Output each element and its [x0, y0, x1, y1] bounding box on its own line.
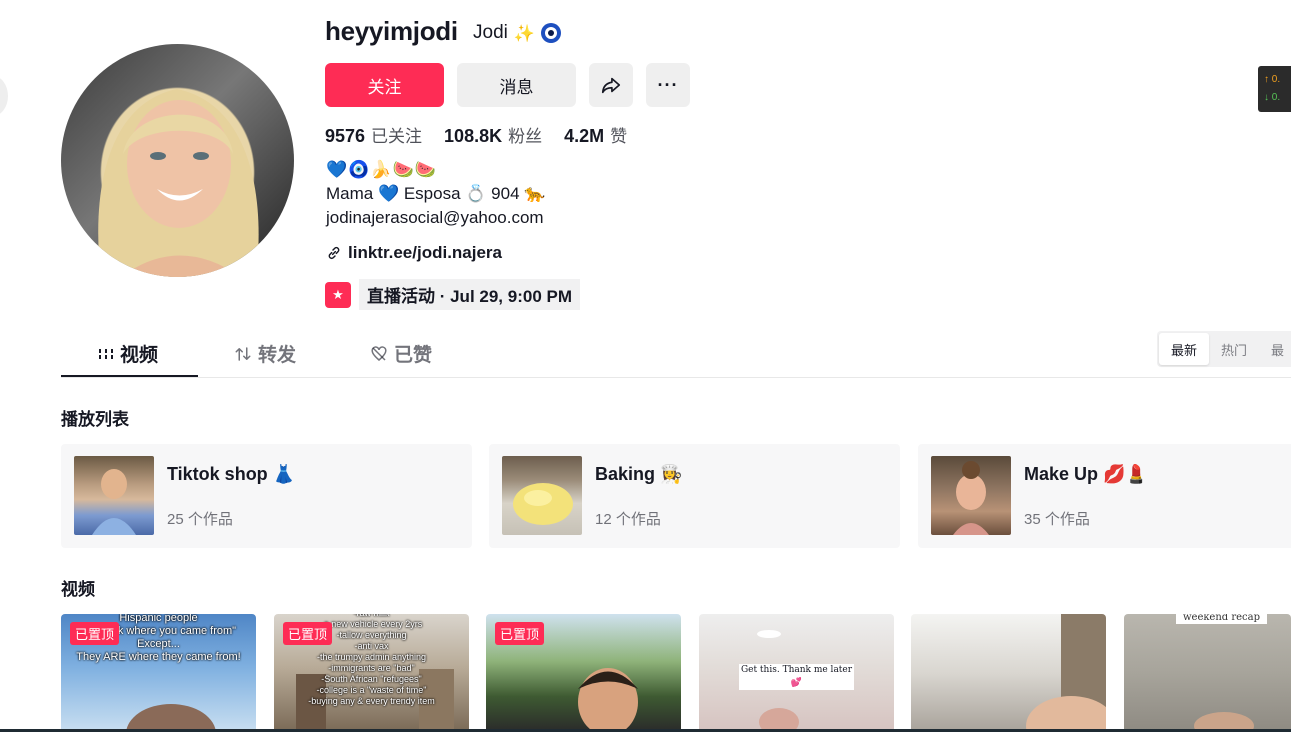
- nickname-text: Jodi: [473, 22, 508, 43]
- live-event-text[interactable]: 直播活动 · Jul 29, 9:00 PM: [359, 279, 580, 310]
- network-speed-widget: ↑ 0. ↓ 0.: [1258, 66, 1291, 112]
- tab-videos[interactable]: 视频: [98, 330, 158, 377]
- profile-link[interactable]: linktr.ee/jodi.najera: [326, 243, 502, 263]
- tab-reposts[interactable]: 转发: [234, 330, 296, 377]
- live-event[interactable]: ★ 直播活动 · Jul 29, 9:00 PM: [325, 279, 580, 310]
- repost-icon: [235, 346, 251, 361]
- followers-label: 粉丝: [508, 127, 543, 146]
- profile-bio: 💙🧿🍌🍉🍉 Mama 💙 Esposa 💍 904 🐆 jodinajeraso…: [326, 158, 545, 230]
- share-arrow-icon: [601, 77, 621, 94]
- tab-liked-label: 已赞: [394, 345, 433, 366]
- follow-button[interactable]: 关注: [325, 63, 444, 107]
- likes-count: 4.2M: [564, 126, 605, 146]
- pinned-badge: 已置顶: [495, 622, 545, 645]
- playlist-count: 12 个作品: [595, 511, 661, 528]
- playlist-count: 35 个作品: [1024, 511, 1090, 528]
- profile-nickname: Jodi ✨: [473, 22, 562, 44]
- playlist-card[interactable]: Baking 👩‍🍳 12 个作品: [489, 444, 900, 548]
- playlist-thumbnail: [502, 456, 582, 535]
- following-label: 已关注: [371, 127, 423, 146]
- download-speed: ↓ 0.: [1264, 92, 1281, 103]
- sparkles-icon: ✨: [513, 23, 536, 43]
- bio-email: jodinajerasocial@yahoo.com: [326, 208, 544, 227]
- sort-toggle: 最新 热门 最: [1157, 331, 1291, 367]
- profile-avatar: [61, 44, 294, 277]
- bio-emoji-line: 💙🧿🍌🍉🍉: [326, 160, 437, 179]
- playlist-title: Tiktok shop 👗: [167, 464, 296, 484]
- active-tab-indicator: [61, 375, 198, 377]
- likes-label: 赞: [610, 127, 628, 146]
- bio-line: Mama 💙 Esposa 💍 904 🐆: [326, 184, 546, 203]
- profile-stats: 9576 已关注 108.8K 粉丝 4.2M 赞: [325, 122, 649, 147]
- evil-eye-icon: [541, 23, 562, 43]
- link-text[interactable]: linktr.ee/jodi.najera: [348, 243, 502, 263]
- video-thumbnail[interactable]: 已置顶: [486, 614, 681, 732]
- following-count[interactable]: 9576: [325, 126, 365, 147]
- more-options-button[interactable]: ···: [646, 63, 690, 107]
- ellipsis-icon: ···: [657, 74, 679, 95]
- video-thumbnail[interactable]: Hispanic people "go back where you came …: [61, 614, 256, 732]
- message-button[interactable]: 消息: [457, 63, 576, 107]
- grid-icon: [99, 348, 113, 359]
- video-caption: weekend recap: [1176, 614, 1267, 624]
- video-thumbnail[interactable]: Get this. Thank me later 💕: [699, 614, 894, 732]
- pinned-badge: 已置顶: [70, 622, 120, 645]
- upload-speed: ↑ 0.: [1264, 74, 1281, 85]
- playlist-title: Make Up 💋💄: [1024, 464, 1148, 484]
- tab-liked[interactable]: 已赞: [370, 330, 432, 377]
- profile-username: heyyimjodi: [325, 16, 458, 46]
- sort-popular[interactable]: 热门: [1209, 333, 1259, 365]
- pinned-badge: 已置顶: [283, 622, 333, 645]
- playlists-title: 播放列表: [61, 410, 129, 429]
- playlist-thumbnail: [931, 456, 1011, 535]
- back-arrow-button[interactable]: [0, 76, 8, 116]
- playlist-thumbnail: [74, 456, 154, 535]
- playlist-card[interactable]: Tiktok shop 👗 25 个作品: [61, 444, 472, 548]
- link-icon: [328, 246, 340, 260]
- video-caption: Get this. Thank me later 💕: [739, 664, 854, 690]
- playlist-count: 25 个作品: [167, 511, 233, 528]
- followers-count[interactable]: 108.8K: [444, 126, 502, 147]
- tab-reposts-label: 转发: [258, 345, 297, 366]
- playlist-card[interactable]: Make Up 💋💄 35 个作品: [918, 444, 1291, 548]
- sort-oldest[interactable]: 最: [1259, 333, 1291, 365]
- video-thumbnail[interactable]: weekend recap: [1124, 614, 1291, 732]
- video-thumbnail[interactable]: -raw milk -a new vehicle every 2yrs -tal…: [274, 614, 469, 732]
- playlist-title: Baking 👩‍🍳: [595, 464, 683, 484]
- live-event-icon: ★: [325, 281, 351, 308]
- share-button[interactable]: [589, 63, 633, 107]
- liked-heart-icon: [371, 345, 387, 361]
- sort-latest[interactable]: 最新: [1159, 333, 1210, 365]
- video-thumbnail[interactable]: [911, 614, 1106, 732]
- profile-tabs: 视频 转发 已赞: [61, 330, 1291, 378]
- tab-videos-label: 视频: [120, 345, 159, 366]
- videos-section-title: 视频: [61, 580, 95, 599]
